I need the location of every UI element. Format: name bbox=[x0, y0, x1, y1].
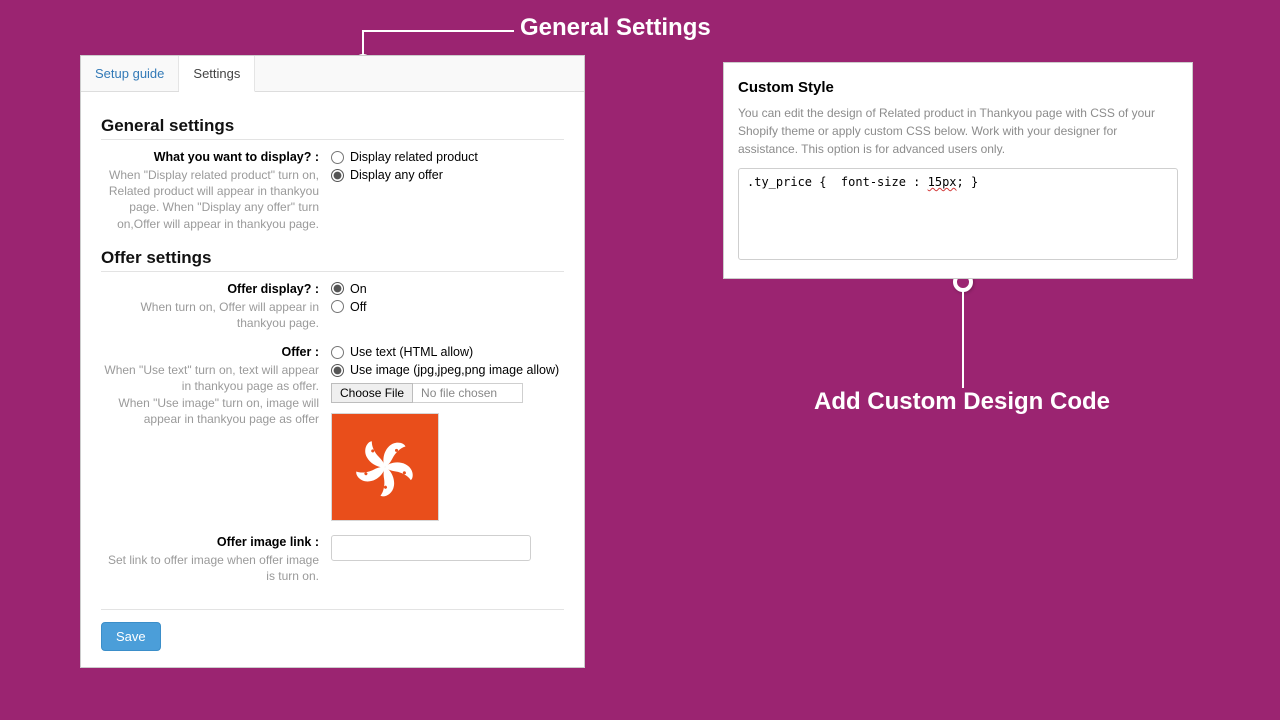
offer-text-radio[interactable]: Use text (HTML allow) bbox=[331, 345, 564, 359]
display-mode-row: What you want to display? : When "Displa… bbox=[101, 150, 564, 232]
offer-on-radio[interactable]: On bbox=[331, 282, 564, 296]
panel-footer: Save bbox=[101, 609, 564, 651]
offer-off-radio[interactable]: Off bbox=[331, 300, 564, 314]
save-button[interactable]: Save bbox=[101, 622, 161, 651]
offer-link-row: Offer image link : Set link to offer ima… bbox=[101, 535, 564, 584]
offer-link-help: Set link to offer image when offer image… bbox=[101, 552, 319, 584]
offer-image-preview bbox=[331, 413, 439, 521]
offer-image-radio[interactable]: Use image (jpg,jpeg,png image allow) bbox=[331, 363, 564, 377]
offer-type-row: Offer : When "Use text" turn on, text wi… bbox=[101, 345, 564, 521]
offer-link-label: Offer image link : bbox=[101, 535, 319, 549]
custom-style-description: You can edit the design of Related produ… bbox=[738, 104, 1178, 158]
offer-display-row: Offer display? : When turn on, Offer wil… bbox=[101, 282, 564, 331]
offer-settings-heading: Offer settings bbox=[101, 248, 564, 272]
offer-display-help: When turn on, Offer will appear in thank… bbox=[101, 299, 319, 331]
custom-style-panel: Custom Style You can edit the design of … bbox=[723, 62, 1193, 279]
flower-icon bbox=[353, 435, 417, 499]
choose-file-button[interactable]: Choose File bbox=[331, 383, 413, 403]
tab-setup-guide[interactable]: Setup guide bbox=[81, 56, 179, 91]
annotation-custom-design: Add Custom Design Code bbox=[802, 388, 1122, 416]
display-mode-label: What you want to display? : bbox=[101, 150, 319, 164]
offer-display-label: Offer display? : bbox=[101, 282, 319, 296]
offer-link-input[interactable] bbox=[331, 535, 531, 561]
tab-settings[interactable]: Settings bbox=[179, 56, 255, 92]
annotation-line bbox=[362, 30, 514, 32]
custom-css-textarea[interactable]: .ty_price { font-size : 15px; } bbox=[738, 168, 1178, 260]
file-chooser: Choose File No file chosen bbox=[331, 383, 564, 403]
annotation-general-settings: General Settings bbox=[520, 14, 711, 42]
tab-bar: Setup guide Settings bbox=[81, 56, 584, 92]
display-offer-radio[interactable]: Display any offer bbox=[331, 168, 564, 182]
offer-type-label: Offer : bbox=[101, 345, 319, 359]
display-mode-help: When "Display related product" turn on, … bbox=[101, 167, 319, 232]
display-related-radio[interactable]: Display related product bbox=[331, 150, 564, 164]
general-settings-heading: General settings bbox=[101, 116, 564, 140]
settings-panel: Setup guide Settings General settings Wh… bbox=[80, 55, 585, 668]
offer-type-help: When "Use text" turn on, text will appea… bbox=[101, 362, 319, 427]
custom-style-title: Custom Style bbox=[738, 79, 1178, 96]
annotation-line bbox=[962, 290, 964, 388]
file-status: No file chosen bbox=[413, 383, 523, 403]
